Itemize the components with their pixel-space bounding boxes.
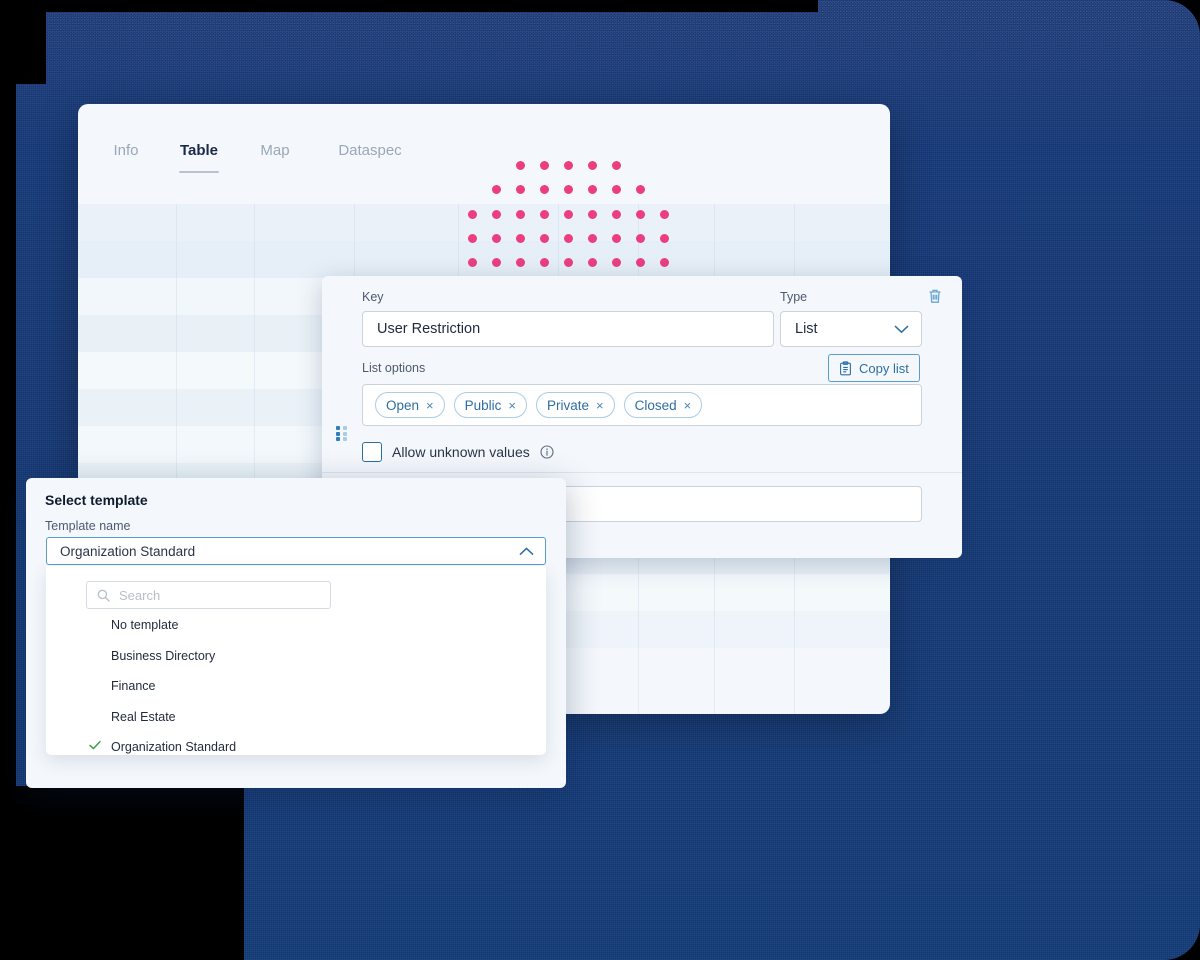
template-option-label: Finance [111,679,155,693]
tab-dataspec[interactable]: Dataspec [310,142,430,173]
allow-unknown-label: Allow unknown values [392,444,530,460]
search-icon [97,589,110,602]
list-options-label: List options [362,361,425,375]
list-option-chip-label: Public [465,398,502,413]
list-option-chip-label: Open [386,398,419,413]
chip-remove-icon[interactable]: × [684,399,692,412]
template-search-input[interactable]: Search [86,581,331,609]
template-search-placeholder: Search [119,588,160,603]
template-option[interactable]: Real Estate [46,706,546,728]
type-select[interactable]: List [780,311,922,347]
table-row [78,204,890,241]
tab-map[interactable]: Map [240,142,310,173]
drag-grip-icon[interactable] [336,426,347,441]
tab-bar: Info Table Map Dataspec [78,104,890,204]
template-option[interactable]: Finance [46,675,546,697]
list-option-chip[interactable]: Public × [454,392,527,418]
chip-remove-icon[interactable]: × [508,399,516,412]
corner-mask-left [0,0,16,960]
list-option-chip-label: Closed [635,398,677,413]
clipboard-icon [839,361,852,376]
key-input[interactable]: User Restriction [362,311,774,347]
chip-remove-icon[interactable]: × [596,399,604,412]
template-option[interactable]: No template [46,614,546,636]
trash-icon[interactable] [925,286,945,306]
info-icon[interactable] [540,445,554,459]
type-select-value: List [795,321,818,337]
key-input-value: User Restriction [377,321,480,337]
corner-mask-bottomleft [0,786,244,960]
tab-map-label: Map [260,142,289,159]
chip-remove-icon[interactable]: × [426,399,434,412]
template-name-label: Template name [45,519,130,533]
table-row [78,241,890,278]
check-icon [88,738,102,752]
list-option-chip[interactable]: Open × [375,392,445,418]
template-option[interactable]: Organization Standard [46,736,546,758]
allow-unknown-checkbox[interactable] [362,442,382,462]
copy-list-button[interactable]: Copy list [828,354,920,382]
chevron-up-icon [519,547,534,556]
template-option-label: Business Directory [111,649,215,663]
template-option-label: Real Estate [111,710,176,724]
card-divider [322,472,962,473]
corner-mask-top [0,0,818,12]
select-template-panel: Select template Template name Organizati… [26,478,566,788]
template-option[interactable]: Business Directory [46,645,546,667]
template-dropdown: Search No template Business Directory Fina… [46,566,546,755]
tab-dataspec-label: Dataspec [338,142,401,159]
list-option-chip[interactable]: Private × [536,392,615,418]
list-option-chip[interactable]: Closed × [624,392,703,418]
tab-info-label: Info [113,142,138,159]
tab-table-label: Table [180,142,218,159]
tab-table[interactable]: Table [158,142,240,173]
copy-list-label: Copy list [859,361,909,376]
template-name-select[interactable]: Organization Standard [46,537,546,565]
key-label: Key [362,290,384,304]
panel-title: Select template [45,492,148,508]
type-label: Type [780,290,807,304]
allow-unknown-row: Allow unknown values [362,442,554,462]
template-name-value: Organization Standard [60,544,195,559]
list-option-chip-label: Private [547,398,589,413]
template-option-label: Organization Standard [111,740,236,754]
list-options-input[interactable]: Open × Public × Private × Closed × [362,384,922,426]
template-option-label: No template [111,618,178,632]
tab-info[interactable]: Info [94,142,158,173]
chevron-down-icon [894,325,909,334]
